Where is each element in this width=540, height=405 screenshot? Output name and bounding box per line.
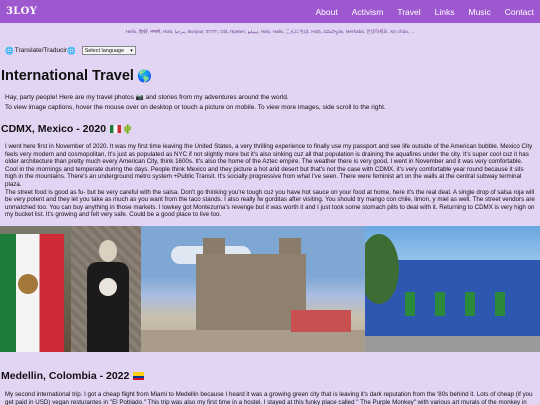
language-select[interactable]: Select language ▾ xyxy=(81,46,136,55)
cactus-icon: 🌵 xyxy=(122,123,134,134)
camera-icon: 📷 xyxy=(135,94,144,101)
photo-gallery[interactable] xyxy=(0,226,540,352)
intro-line1-a: Hay, party people! Here are my travel ph… xyxy=(5,94,134,101)
photo-cathedral[interactable] xyxy=(141,226,365,352)
mexico-flag-icon xyxy=(110,125,122,133)
green-door xyxy=(495,292,505,316)
nav-link-activism[interactable]: Activism xyxy=(352,7,384,17)
intro-line2: To view image captions, hover the mouse … xyxy=(5,104,386,111)
intro-text: Hay, party people! Here are my travel ph… xyxy=(5,93,540,113)
nav-link-music[interactable]: Music xyxy=(469,7,491,17)
mexico-paragraph-1: I went here first in November of 2020. I… xyxy=(5,143,533,188)
green-door xyxy=(465,292,475,316)
green-door xyxy=(435,292,445,316)
cathedral-facade xyxy=(196,254,306,332)
site-brand[interactable]: 3LOY xyxy=(6,6,37,17)
medellin-story: My second international trip. I got a ch… xyxy=(5,391,533,405)
mexico-story: I went here first in November of 2020. I… xyxy=(5,143,535,219)
globe-americas-icon: 🌎 xyxy=(136,69,152,83)
page-title-text: International Travel xyxy=(1,68,134,84)
section-heading-text: CDMX, Mexico - 2020 xyxy=(1,123,107,135)
courtyard-ground xyxy=(365,336,540,352)
section-heading-medellin: Medellin, Colombia - 2022 xyxy=(1,370,540,382)
nav-link-links[interactable]: Links xyxy=(435,7,455,17)
nav-link-travel[interactable]: Travel xyxy=(397,7,420,17)
chevron-down-icon: ▾ xyxy=(130,47,133,54)
section-heading-text: Medellin, Colombia - 2022 xyxy=(1,370,130,382)
intro-line1-b: and stories from my adventures around th… xyxy=(145,94,289,101)
globe-icon: 🌐 xyxy=(66,47,76,55)
photo-mexican-flag[interactable] xyxy=(0,226,71,352)
flag-seal xyxy=(18,274,38,294)
page-title: International Travel 🌎 xyxy=(1,68,540,84)
person-body xyxy=(87,262,129,352)
language-select-value: Select language xyxy=(84,47,125,54)
photo-blue-house[interactable] xyxy=(365,226,540,352)
person-head xyxy=(99,240,117,262)
translate-widget: 🌐 Translate/Traducir 🌐 Select language ▾ xyxy=(5,46,540,55)
market-tent xyxy=(291,310,351,332)
skull-shirt-print xyxy=(99,278,117,296)
plaza-ground xyxy=(141,330,365,352)
hello-marquee: Hello, 你好, नमस्ते, Hola, مرحبا, Bonjour,… xyxy=(125,29,415,34)
green-door xyxy=(405,292,415,316)
nav-links: About Activism Travel Links Music Contac… xyxy=(301,7,534,17)
globe-icon: 🌐 xyxy=(5,47,14,55)
nav-link-about[interactable]: About xyxy=(315,7,337,17)
top-navbar: 3LOY About Activism Travel Links Music C… xyxy=(0,0,540,23)
photo-selfie[interactable] xyxy=(71,226,141,352)
section-heading-mexico: CDMX, Mexico - 2020 🌵 xyxy=(1,123,540,135)
mexico-paragraph-2: The street food is good as fu- but be ve… xyxy=(5,188,535,219)
medellin-section: Medellin, Colombia - 2022 My second inte… xyxy=(0,360,540,405)
translate-label: Translate/Traducir xyxy=(14,47,67,54)
nav-link-contact[interactable]: Contact xyxy=(505,7,534,17)
colombia-flag-icon xyxy=(133,372,145,380)
